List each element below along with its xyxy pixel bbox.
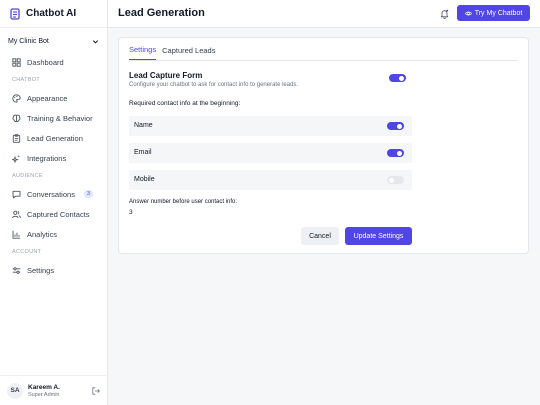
user-info: Kareem A. Super Admin [28, 384, 60, 398]
field-label: Email [134, 149, 152, 156]
sidebar-item-analytics[interactable]: Analytics [0, 224, 107, 244]
bot-select-value: My Clinic Bot [8, 37, 49, 45]
sidebar-item-label: Captured Contacts [27, 209, 90, 219]
top-header: Lead Generation Try My Chatbot [108, 0, 540, 28]
grid-icon [12, 57, 21, 67]
lead-capture-description: Configure your chatbot to ask for contac… [129, 82, 299, 88]
page-title: Lead Generation [118, 7, 205, 19]
user-profile[interactable]: SA Kareem A. Super Admin [0, 375, 108, 405]
tabs-divider [129, 60, 518, 61]
sliders-icon [12, 266, 21, 274]
field-label: Mobile [134, 176, 155, 183]
chevron-down-icon [92, 39, 99, 44]
email-toggle[interactable] [387, 149, 404, 157]
brain-icon [12, 114, 21, 122]
bot-select[interactable]: My Clinic Bot [6, 34, 101, 48]
answer-number-value[interactable]: 3 [129, 209, 133, 216]
sidebar-item-label: Conversations [27, 189, 75, 199]
section-label-chatbot: CHATBOT [12, 77, 40, 83]
required-info-label: Required contact info at the beginning: [129, 100, 241, 107]
sidebar-item-label: Dashboard [27, 57, 64, 67]
field-row-email: Email [129, 143, 412, 163]
sparkle-icon [12, 154, 21, 163]
lead-capture-title: Lead Capture Form [129, 71, 203, 80]
field-row-mobile: Mobile [129, 170, 412, 190]
palette-icon [12, 93, 21, 103]
lead-capture-toggle[interactable] [389, 74, 406, 82]
bell-icon[interactable] [440, 9, 449, 19]
section-label-account: ACCOUNT [12, 249, 42, 255]
cancel-button[interactable]: Cancel [301, 227, 339, 245]
section-label-audience: AUDIENCE [12, 173, 43, 179]
mobile-toggle[interactable] [387, 176, 404, 184]
bot-logo-icon [10, 7, 20, 20]
sidebar-item-label: Integrations [27, 153, 67, 163]
lead-generation-card: Settings Captured Leads Lead Capture For… [118, 37, 529, 254]
sidebar-item-settings[interactable]: Settings [0, 260, 107, 280]
update-settings-button[interactable]: Update Settings [345, 227, 412, 245]
tab-captured-leads[interactable]: Captured Leads [162, 46, 215, 60]
message-icon [12, 190, 21, 198]
toggle-knob [397, 123, 402, 129]
brand-name: Chatbot AI [26, 8, 77, 19]
toggle-knob [397, 150, 402, 156]
sidebar-item-label: Analytics [27, 229, 58, 239]
avatar: SA [7, 382, 23, 399]
sidebar-item-captured-contacts[interactable]: Captured Contacts [0, 204, 107, 224]
user-role: Super Admin [28, 391, 60, 398]
answer-number-label: Answer number before user contact info: [129, 199, 238, 205]
sidebar-item-label: Lead Generation [27, 133, 83, 143]
field-label: Name [134, 122, 153, 129]
sidebar-item-conversations[interactable]: Conversations 3 [0, 184, 107, 204]
user-name: Kareem A. [28, 383, 60, 391]
brand[interactable]: Chatbot AI [0, 0, 107, 28]
sidebar-item-label: Settings [27, 265, 55, 275]
try-chatbot-button[interactable]: Try My Chatbot [457, 5, 530, 21]
sidebar-item-lead-generation[interactable]: Lead Generation [0, 128, 107, 148]
logout-icon[interactable] [92, 387, 100, 395]
field-row-name: Name [129, 116, 412, 136]
tab-settings[interactable]: Settings [129, 45, 157, 60]
eye-icon [464, 11, 472, 15]
name-toggle[interactable] [387, 122, 404, 130]
sidebar-item-label: Training & Behavior [27, 113, 93, 123]
sidebar-item-label: Appearance [27, 93, 68, 103]
sidebar-item-integrations[interactable]: Integrations [0, 148, 107, 168]
sidebar: Chatbot AI My Clinic Bot Dashboard CHATB… [0, 0, 108, 405]
chart-icon [12, 230, 21, 239]
tabs: Settings Captured Leads [129, 38, 221, 60]
sidebar-item-training[interactable]: Training & Behavior [0, 108, 107, 128]
toggle-knob [399, 75, 404, 81]
sidebar-item-dashboard[interactable]: Dashboard [0, 52, 107, 72]
clipboard-icon [12, 133, 21, 143]
sidebar-item-appearance[interactable]: Appearance [0, 88, 107, 108]
try-chatbot-label: Try My Chatbot [474, 9, 523, 17]
toggle-knob [389, 177, 394, 183]
users-icon [12, 210, 21, 218]
conversations-count-badge: 3 [84, 190, 93, 198]
